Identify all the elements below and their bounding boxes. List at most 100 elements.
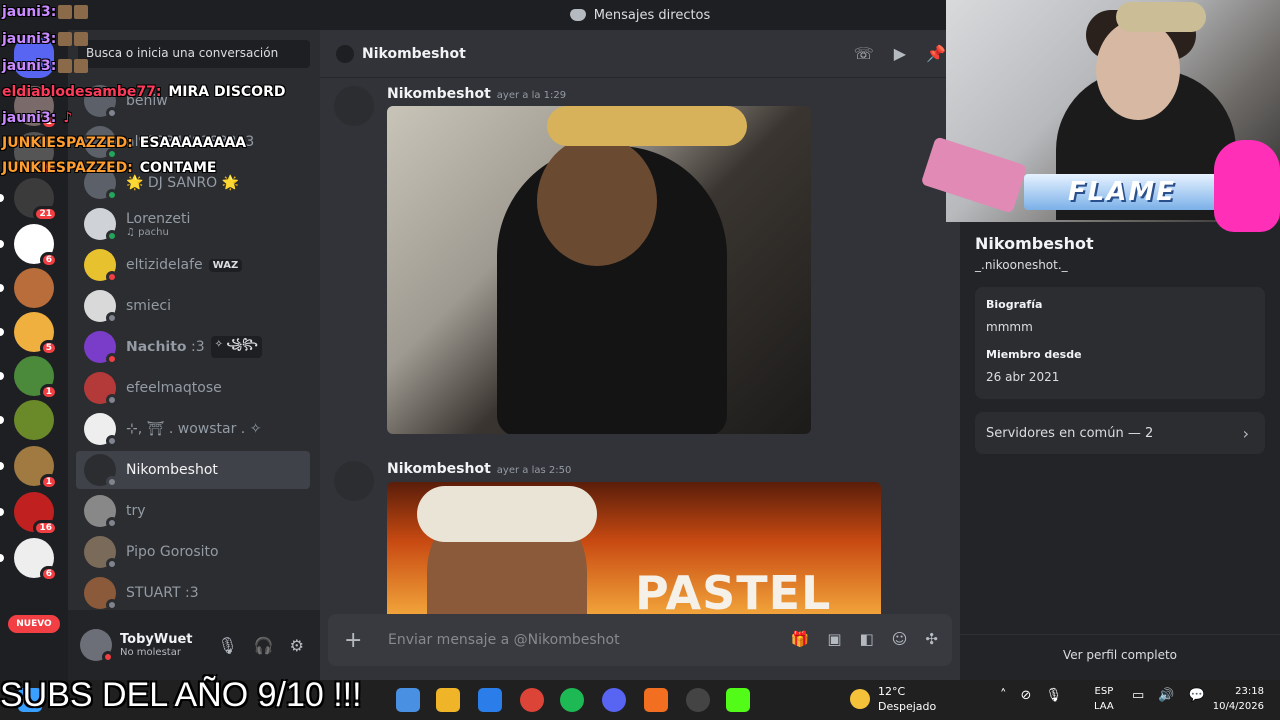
server-icon[interactable]: 5 <box>0 312 58 356</box>
composer-input[interactable]: Enviar mensaje a @Nikombeshot <box>388 632 620 648</box>
server-icon[interactable]: 1 <box>0 446 58 490</box>
dm-item[interactable]: Lorenzeti ♫ pachu <box>76 205 310 243</box>
dm-item[interactable]: STUART :3 <box>76 574 310 612</box>
bio-text: mmmm <box>986 320 1033 334</box>
dm-item-active[interactable]: Nikombeshot <box>76 451 310 489</box>
volume-icon[interactable]: 🔊 <box>1158 688 1174 703</box>
unread-pill <box>0 462 4 470</box>
user-avatar[interactable] <box>80 629 114 663</box>
status-indicator <box>106 517 118 529</box>
server-icon[interactable]: 6 <box>0 224 58 268</box>
soundcloud-icon[interactable] <box>644 688 668 712</box>
message-header: Nikombeshot ayer a las 2:50 <box>387 461 571 477</box>
video-call-icon[interactable]: ▶ <box>894 44 906 63</box>
emote-icon <box>58 32 73 46</box>
server-icon[interactable] <box>0 268 54 308</box>
image-figure-head <box>537 136 657 266</box>
spotify-icon[interactable] <box>560 688 584 712</box>
status-indicator <box>106 230 118 242</box>
message-author[interactable]: Nikombeshot <box>387 461 491 477</box>
dm-name: 𝗡𝗮𝗰𝗵𝗶𝘁𝗼 :3 <box>126 339 205 355</box>
message-image[interactable] <box>387 106 811 434</box>
dm-item[interactable]: smieci <box>76 287 310 325</box>
network-off-icon[interactable]: ⊘ <box>1021 688 1032 703</box>
image-figure-cap <box>417 486 597 542</box>
language-indicator[interactable]: ESP LAA <box>1094 684 1114 714</box>
add-attachment-icon[interactable]: + <box>344 628 368 653</box>
dm-item[interactable]: try <box>76 492 310 530</box>
server-icon[interactable]: 16 <box>0 492 58 536</box>
chat-user: jauni3: <box>2 110 57 126</box>
emote-icon <box>74 5 89 19</box>
chat-user: jauni3: <box>2 58 57 74</box>
message-avatar[interactable] <box>334 461 374 501</box>
view-full-profile-button[interactable]: Ver perfil completo <box>960 634 1280 674</box>
pin-icon[interactable]: 📌 <box>926 44 946 63</box>
message-author[interactable]: Nikombeshot <box>387 86 491 102</box>
server-rail: 1 6 21 6 5 1 1 16 6 NUEVO <box>0 30 68 680</box>
headphones-icon[interactable]: 🎧 <box>254 636 274 655</box>
chevron-up-icon[interactable]: ˄ <box>1000 688 1007 703</box>
message-image[interactable]: PASTEL <box>387 482 881 614</box>
emoji-icon[interactable]: ☺ <box>892 630 908 648</box>
new-unreads-pill[interactable]: NUEVO <box>8 615 60 633</box>
server-icon[interactable] <box>0 400 54 440</box>
server-icon[interactable]: 21 <box>0 178 58 222</box>
chat-user: eldiablodesambe77: <box>2 84 162 100</box>
moon-icon <box>850 689 870 709</box>
dm-item[interactable]: eltizidelafe WAZ <box>76 246 310 284</box>
clock-time: 23:18 <box>1235 686 1264 697</box>
mutual-servers-button[interactable]: Servidores en común — 2 › <box>975 412 1265 454</box>
chat-user: JUNKIESPAZZED: <box>2 135 133 151</box>
display-icon[interactable]: ▭ <box>1132 688 1144 703</box>
image-figure-cap <box>547 106 747 146</box>
mail-icon[interactable] <box>396 688 420 712</box>
sticker-icon[interactable]: ◧ <box>860 630 874 648</box>
status-indicator <box>106 353 118 365</box>
mutual-servers-label: Servidores en común — 2 <box>986 425 1154 441</box>
status-indicator <box>106 189 118 201</box>
server-badge: 6 <box>39 252 58 268</box>
dm-search-input[interactable]: Busca o inicia una conversación <box>78 40 310 68</box>
chat-bubble-icon[interactable]: 💬 <box>1188 688 1204 703</box>
gear-icon[interactable]: ⚙ <box>290 636 304 655</box>
phone-call-icon[interactable]: ☏ <box>854 44 874 63</box>
stream-chat-line: JUNKIESPAZZED: ESAAAAAAAA <box>2 135 246 151</box>
message-avatar[interactable] <box>334 86 374 126</box>
dm-item[interactable]: Pipo Gorosito <box>76 533 310 571</box>
avatar <box>84 208 118 242</box>
kick-icon[interactable] <box>726 688 750 712</box>
profile-name: Nikombeshot <box>975 234 1094 253</box>
chrome-icon[interactable] <box>520 688 544 712</box>
apps-icon[interactable]: ✣ <box>925 630 938 648</box>
dm-item[interactable]: ⊹, ⛩ . wowstar . ✧ <box>76 410 310 448</box>
server-icon[interactable]: 6 <box>0 538 58 582</box>
weather-widget[interactable]: 12°C Despejado <box>850 684 936 714</box>
stream-chat-line: jauni3: <box>2 4 90 20</box>
microphone-icon[interactable]: 🎙 <box>217 636 237 655</box>
gift-icon[interactable]: 🎁 <box>791 630 810 648</box>
emote-icon <box>74 59 89 73</box>
server-icon[interactable]: 1 <box>0 356 58 400</box>
status-indicator <box>106 394 118 406</box>
stream-chat-line: jauni3: <box>2 31 90 47</box>
obs-icon[interactable] <box>686 688 710 712</box>
avatar <box>84 290 118 324</box>
dm-item[interactable]: 𝗡𝗮𝗰𝗵𝗶𝘁𝗼 :3 ✧ ꧁꧂ <box>76 328 310 366</box>
emote-icon <box>58 5 73 19</box>
microphone-tray-icon[interactable]: 🎙 <box>1045 688 1062 703</box>
avatar <box>84 413 118 447</box>
emote-icon <box>58 59 73 73</box>
discord-taskbar-icon[interactable] <box>602 688 626 712</box>
user-status: No molestar <box>120 647 181 658</box>
message-composer[interactable]: + Enviar mensaje a @Nikombeshot 🎁 ▣ ◧ ☺ … <box>328 614 952 666</box>
chat-panel: Nikombeshot ☏ ▶ 📌 Nikombeshot ayer a la 1… <box>320 30 960 680</box>
file-explorer-icon[interactable] <box>436 688 460 712</box>
store-icon[interactable] <box>478 688 502 712</box>
stream-chat-line: jauni3: ♪ <box>2 110 72 126</box>
dm-item[interactable]: efeelmaqtose <box>76 369 310 407</box>
clock[interactable]: 23:18 10/4/2026 <box>1204 684 1264 714</box>
gif-icon[interactable]: ▣ <box>827 630 841 648</box>
chevron-right-icon: › <box>1242 423 1249 443</box>
chat-header: Nikombeshot ☏ ▶ 📌 <box>320 30 960 78</box>
